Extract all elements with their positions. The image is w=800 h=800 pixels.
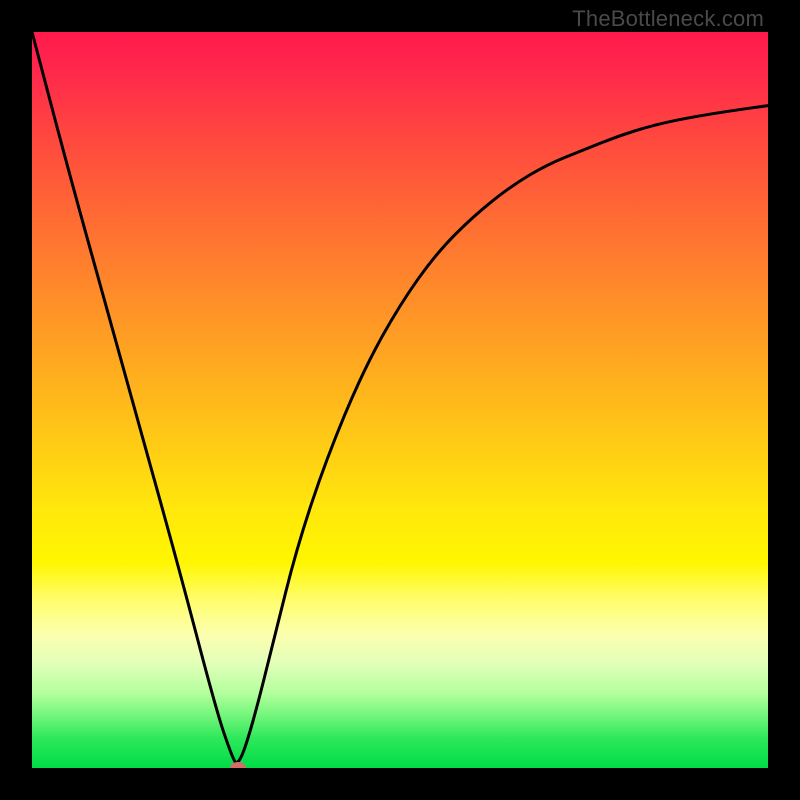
chart-frame: TheBottleneck.com — [0, 0, 800, 800]
watermark-text: TheBottleneck.com — [572, 6, 764, 32]
plot-area — [32, 32, 768, 768]
bottleneck-curve — [32, 32, 768, 762]
optimum-marker — [230, 762, 246, 768]
curve-svg — [32, 32, 768, 768]
